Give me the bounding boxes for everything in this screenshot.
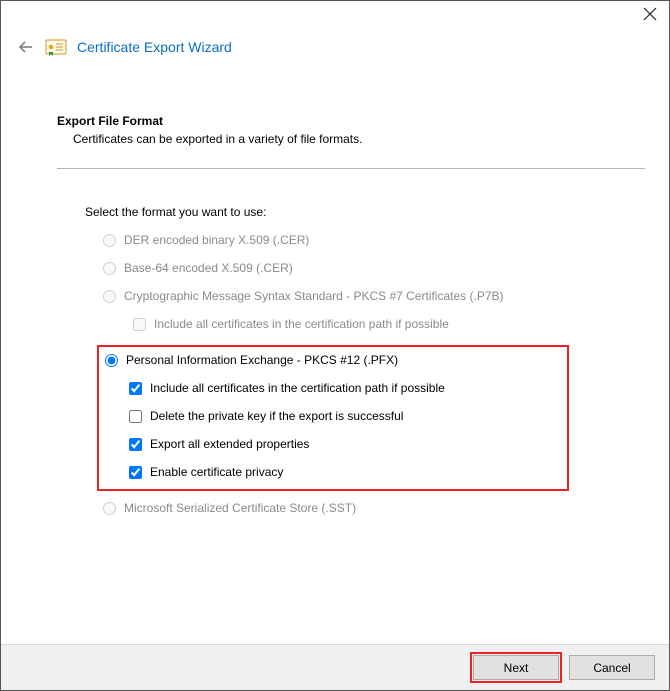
option-pfx-privacy-label[interactable]: Enable certificate privacy xyxy=(150,465,283,479)
option-pfx-radio[interactable] xyxy=(105,354,118,367)
titlebar xyxy=(1,1,669,24)
option-pkcs7-radio xyxy=(103,290,116,303)
option-der-radio xyxy=(103,234,116,247)
format-options: DER encoded binary X.509 (.CER) Base-64 … xyxy=(103,233,645,331)
option-pfx-extended-checkbox[interactable] xyxy=(129,438,142,451)
back-arrow-icon[interactable] xyxy=(17,38,35,56)
certificate-icon xyxy=(45,38,67,56)
section-subtitle: Certificates can be exported in a variet… xyxy=(73,132,645,146)
option-pfx-privacy-checkbox[interactable] xyxy=(129,466,142,479)
divider xyxy=(57,168,645,169)
option-pkcs7-include-label: Include all certificates in the certific… xyxy=(154,317,449,331)
option-pfx-delete-checkbox[interactable] xyxy=(129,410,142,423)
wizard-body: Export File Format Certificates can be e… xyxy=(1,56,669,644)
wizard-title: Certificate Export Wizard xyxy=(77,39,232,55)
option-pkcs7-include-checkbox xyxy=(133,318,146,331)
option-pfx-include-label[interactable]: Include all certificates in the certific… xyxy=(150,381,445,395)
option-pfx-extended-label[interactable]: Export all extended properties xyxy=(150,437,309,451)
option-pfx-delete-label[interactable]: Delete the private key if the export is … xyxy=(150,409,403,423)
wizard-footer: Next Cancel xyxy=(1,644,669,690)
option-sst-radio xyxy=(103,502,116,515)
options-prompt: Select the format you want to use: xyxy=(85,205,645,219)
pfx-highlight-box: Personal Information Exchange - PKCS #12… xyxy=(97,345,569,491)
wizard-window: Certificate Export Wizard Export File Fo… xyxy=(0,0,670,691)
option-pfx-label[interactable]: Personal Information Exchange - PKCS #12… xyxy=(126,353,398,367)
section-heading: Export File Format xyxy=(57,114,645,128)
option-base64-radio xyxy=(103,262,116,275)
option-pfx-include-checkbox[interactable] xyxy=(129,382,142,395)
wizard-header: Certificate Export Wizard xyxy=(1,24,669,56)
close-icon[interactable] xyxy=(643,7,657,24)
option-base64-label: Base-64 encoded X.509 (.CER) xyxy=(124,261,293,275)
cancel-button[interactable]: Cancel xyxy=(569,655,655,680)
next-button[interactable]: Next xyxy=(473,655,559,680)
option-pkcs7-label: Cryptographic Message Syntax Standard - … xyxy=(124,289,504,303)
option-der-label: DER encoded binary X.509 (.CER) xyxy=(124,233,309,247)
option-sst-label: Microsoft Serialized Certificate Store (… xyxy=(124,501,356,515)
